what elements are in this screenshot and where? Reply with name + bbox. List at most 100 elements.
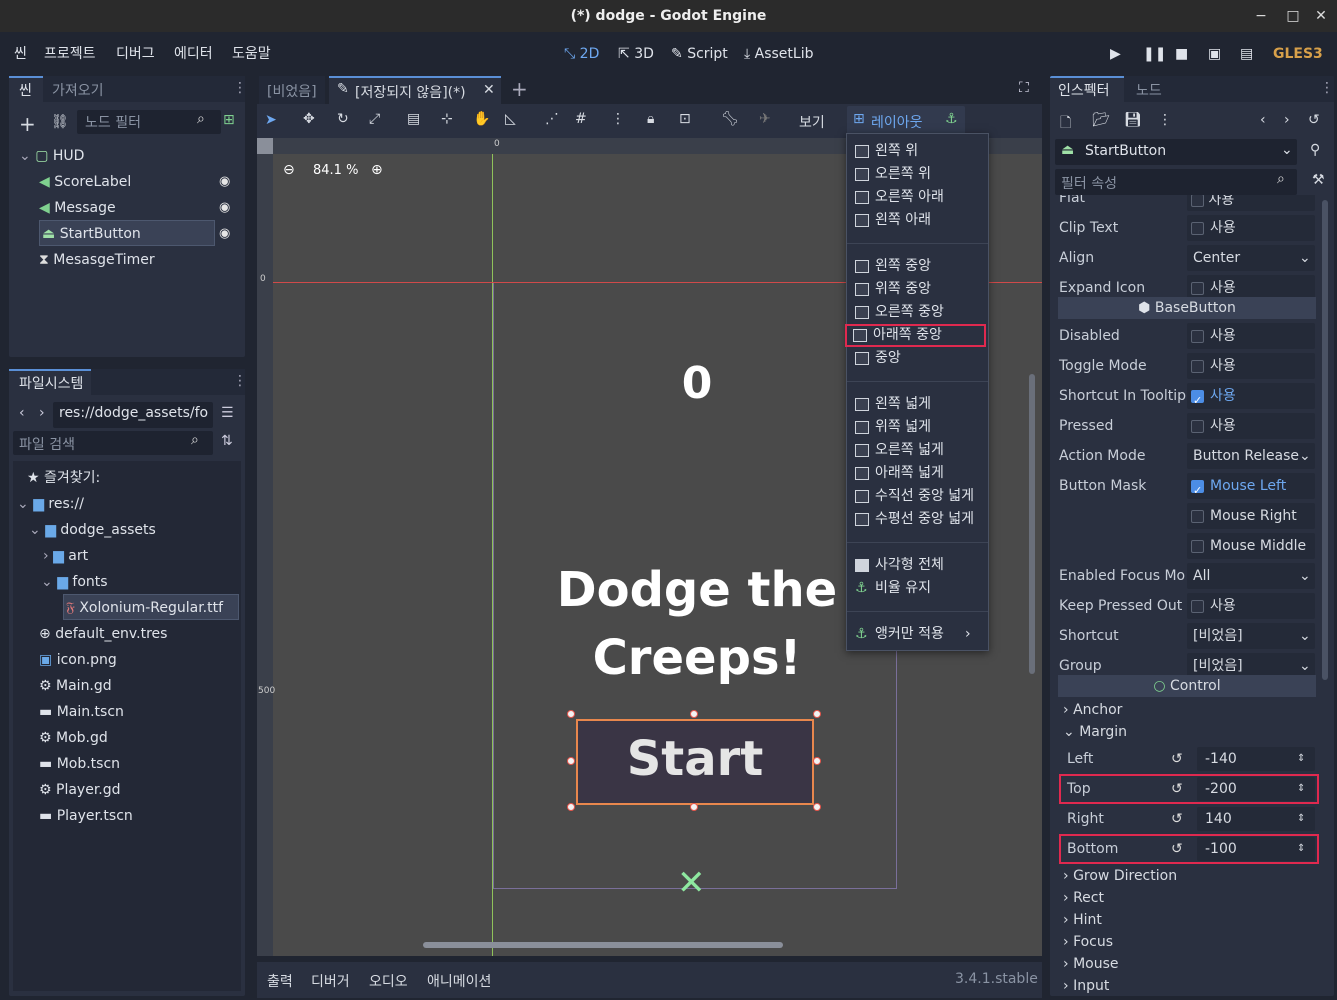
mode-3d-button[interactable]: ⇱ 3D [618, 32, 654, 74]
folder-dodge-assets-row[interactable]: ⌄ ▆ dodge_assets [29, 517, 156, 543]
menu-editor[interactable]: 에디터 [174, 32, 213, 74]
filter-options-icon[interactable]: ⚒ [1312, 172, 1325, 188]
pan-tool-icon[interactable]: ✋ [473, 111, 490, 127]
play-scene-button[interactable]: ▣ [1208, 32, 1221, 74]
prop-pressed-value[interactable]: 사용 [1187, 413, 1315, 439]
layout-bottom-left[interactable]: 왼쪽 아래 [847, 209, 988, 232]
path-field[interactable]: res://dodge_assets/fo [53, 402, 213, 428]
node-docs-icon[interactable]: ⚲ [1310, 142, 1320, 158]
back-icon[interactable]: ‹ [19, 405, 25, 421]
section-header[interactable]: ⬢ BaseButton [1058, 297, 1316, 319]
fullscreen-icon[interactable]: ⛶ [1019, 80, 1029, 96]
margin-right-spinbox[interactable]: 140 ⇕ [1197, 807, 1315, 831]
zoom-out-icon[interactable]: ⊖ [283, 162, 295, 178]
vertical-scrollbar[interactable] [1029, 374, 1035, 674]
prop-align-value[interactable]: Center ⌄ [1187, 245, 1315, 271]
anchor-group[interactable]: › Anchor [1063, 699, 1122, 721]
favorites-row[interactable]: ★ 즐겨찾기: [27, 465, 100, 491]
add-tab-icon[interactable]: + [511, 77, 528, 101]
layout-menu-button[interactable]: ⊞ 레이아웃 ⚓ [847, 106, 965, 136]
scale-tool-icon[interactable]: ⤢ [369, 111, 380, 127]
margin-group[interactable]: ⌄ Margin [1063, 721, 1127, 743]
output-tab[interactable]: 출력 [267, 971, 293, 991]
layout-bottom-right[interactable]: 오른쪽 아래 [847, 186, 988, 209]
new-resource-icon[interactable]: 🗋︎ [1060, 112, 1071, 136]
history-icon[interactable]: ↺ [1308, 112, 1320, 128]
layout-bottom-wide[interactable]: 아래쪽 넓게 [847, 462, 988, 485]
start-button-node[interactable]: Start [576, 719, 814, 805]
group-input[interactable]: › Input [1063, 975, 1109, 996]
tab-node[interactable]: 노드 [1136, 80, 1162, 100]
file-row-mob-tscn[interactable]: ▬ Mob.tscn [39, 751, 120, 777]
instance-scene-icon[interactable]: ⊞ [223, 112, 235, 128]
file-row-icon[interactable]: ▣ icon.png [39, 647, 117, 673]
visibility-eye-icon[interactable]: ◉ [219, 200, 230, 215]
pivot-tool-icon[interactable]: ⊹ [441, 111, 453, 127]
layout-left-wide[interactable]: 왼쪽 넓게 [847, 393, 988, 416]
history-forward-icon[interactable]: › [1284, 112, 1290, 128]
mode-2d-button[interactable]: ⤡ 2D [564, 32, 599, 74]
prop-toggle-mode-value[interactable]: 사용 [1187, 353, 1315, 379]
audio-tab[interactable]: 오디오 [369, 971, 408, 991]
prop-flat-value[interactable]: 사용 [1187, 195, 1315, 211]
layout-keep-ratio[interactable]: ⚓ 비율 유지 [847, 577, 988, 600]
animation-tab[interactable]: 애니메이션 [427, 971, 491, 991]
save-icon[interactable]: 💾︎ [1124, 112, 1142, 128]
button-mask-mouse-left[interactable]: Mouse Left [1187, 473, 1315, 504]
resize-handle[interactable] [813, 757, 821, 765]
margin-left-spinbox[interactable]: -140 ⇕ [1197, 747, 1315, 771]
smart-snap-icon[interactable]: ⋰ [545, 111, 559, 127]
group-rect[interactable]: › Rect [1063, 887, 1104, 909]
stop-button[interactable]: ■ [1175, 32, 1188, 74]
prop-enabled-focus-mo-value[interactable]: All ⌄ [1187, 563, 1315, 589]
prop-disabled-value[interactable]: 사용 [1187, 323, 1315, 349]
close-window-button[interactable]: ✕ [1306, 0, 1336, 32]
group-mouse[interactable]: › Mouse [1063, 953, 1119, 975]
maximize-button[interactable]: □ [1278, 0, 1308, 32]
prop-clip-text-value[interactable]: 사용 [1187, 215, 1315, 241]
file-search-input[interactable]: 파일 검색 ⌕ [13, 431, 213, 455]
list-select-icon[interactable]: ▤ [407, 111, 420, 127]
object-menu-icon[interactable]: ⋮ [1158, 112, 1172, 128]
layout-full-rect[interactable]: 사각형 전체 [847, 554, 988, 577]
history-back-icon[interactable]: ‹ [1260, 112, 1266, 128]
resize-handle[interactable] [567, 803, 575, 811]
layout-top-left[interactable]: 왼쪽 위 [847, 140, 988, 163]
anchor-marker-icon[interactable]: ✕ [677, 866, 706, 900]
node-filter-input[interactable]: 노드 필터 ⌕ [77, 110, 221, 134]
close-tab-icon[interactable]: ✕ [483, 82, 495, 98]
debugger-tab[interactable]: 디버거 [311, 971, 350, 991]
camera-override-icon[interactable]: ✈ [759, 111, 771, 127]
object-selector[interactable]: ⏏ StartButton ⌄ [1055, 139, 1297, 165]
lock-icon[interactable]: 🔒︎ [647, 111, 654, 127]
tab-import[interactable]: 가져오기 [52, 80, 104, 100]
prop-action-mode-value[interactable]: Button Release ⌄ [1187, 443, 1315, 469]
spin-arrows-icon[interactable]: ⇕ [1297, 777, 1305, 801]
file-row-player-gd[interactable]: ⚙ Player.gd [39, 777, 121, 803]
file-row-main-tscn[interactable]: ▬ Main.tscn [39, 699, 124, 725]
add-node-icon[interactable]: + [19, 112, 36, 136]
margin-bottom-spinbox[interactable]: -100 ⇕ [1197, 837, 1315, 861]
file-row-player-tscn[interactable]: ▬ Player.tscn [39, 803, 133, 829]
menu-scene[interactable]: 씬 [14, 32, 27, 74]
play-button[interactable]: ▶ [1110, 32, 1121, 74]
resize-handle[interactable] [690, 710, 698, 718]
group-grow-direction[interactable]: › Grow Direction [1063, 865, 1177, 887]
visibility-eye-icon[interactable]: ◉ [219, 174, 230, 189]
move-tool-icon[interactable]: ✥ [303, 111, 315, 127]
resize-handle[interactable] [690, 803, 698, 811]
mode-script-button[interactable]: ✎ Script [671, 32, 728, 74]
res-root-row[interactable]: ⌄ ▆ res:// [17, 491, 84, 517]
file-row-font[interactable]: 𝔉 Xolonium-Regular.ttf [63, 594, 239, 620]
visibility-eye-icon[interactable]: ◉ [219, 226, 230, 241]
layout-center-top[interactable]: 위쪽 중앙 [847, 278, 988, 301]
spin-arrows-icon[interactable]: ⇕ [1297, 837, 1305, 861]
section-header[interactable]: ○ Control [1058, 675, 1316, 697]
revert-icon[interactable]: ↺ [1171, 804, 1183, 834]
layout-center-right[interactable]: 오른쪽 중앙 [847, 301, 988, 324]
prop-keep-pressed-out-value[interactable]: 사용 [1187, 593, 1315, 619]
button-mask-mouse-right[interactable]: Mouse Right [1187, 503, 1315, 529]
spin-arrows-icon[interactable]: ⇕ [1297, 747, 1305, 771]
tree-row-message[interactable]: ◀ Message [39, 195, 116, 221]
layout-center-left[interactable]: 왼쪽 중앙 [847, 255, 988, 278]
